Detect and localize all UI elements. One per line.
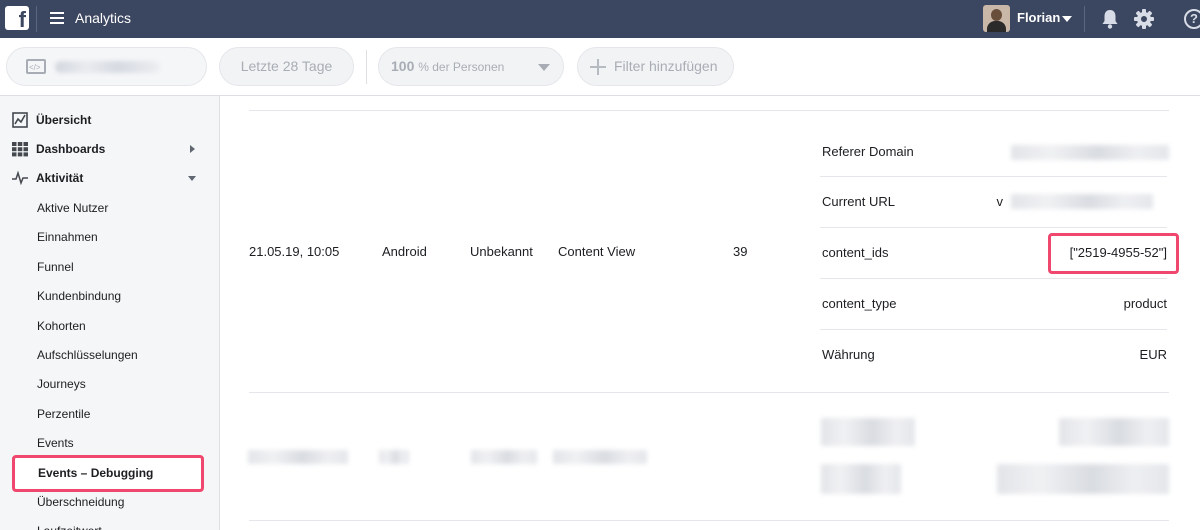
redacted-value (1011, 194, 1153, 209)
sidebar-item-revenue[interactable]: Einnahmen (0, 223, 220, 251)
sidebar-item-funnel[interactable]: Funnel (0, 253, 220, 281)
app-title: Analytics (75, 10, 132, 26)
gear-icon[interactable] (1133, 8, 1155, 30)
detail-label-current-url: Current URL (822, 194, 895, 209)
redacted-value (1011, 145, 1169, 160)
chevron-right-icon (190, 145, 195, 153)
source-selector[interactable] (6, 47, 207, 86)
sidebar-item-label: Aktivität (36, 171, 84, 185)
sidebar-item-overlap[interactable]: Überschneidung (0, 488, 220, 516)
detail-divider (820, 278, 1167, 279)
plus-icon (590, 59, 606, 75)
sidebar-item-events[interactable]: Events (0, 429, 220, 457)
add-filter-label: Filter hinzufügen (614, 58, 718, 74)
hamburger-icon[interactable] (50, 12, 64, 24)
sidebar-item-events-debugging[interactable]: Events – Debugging (12, 455, 204, 492)
event-count: 39 (733, 244, 748, 259)
row-divider (249, 520, 1169, 521)
sidebar-item-active-users[interactable]: Aktive Nutzer (0, 194, 220, 222)
redacted-source-name (55, 61, 160, 73)
event-debug-table: 21.05.19, 10:05 Android Unbekannt Conten… (221, 96, 1200, 530)
row-divider (249, 110, 1169, 111)
sidebar-item-dashboards[interactable]: Dashboards (0, 135, 220, 163)
redacted-cell (821, 464, 901, 494)
sidebar-item-cohorts[interactable]: Kohorten (0, 312, 220, 340)
event-name: Content View (558, 244, 636, 259)
detail-label-content-ids: content_ids (822, 245, 889, 260)
detail-value-content-type: product (1123, 296, 1167, 311)
sidebar-item-label: Übersicht (36, 113, 92, 127)
people-percent-suffix: % der Personen (418, 60, 505, 74)
sidebar-item-retention[interactable]: Kundenbindung (0, 282, 220, 310)
facebook-logo[interactable]: f (5, 6, 29, 30)
sidebar-item-label: Dashboards (36, 142, 106, 156)
chart-icon (12, 112, 28, 128)
sidebar-item-journeys[interactable]: Journeys (0, 370, 220, 398)
row-divider (249, 392, 1169, 393)
sidebar-item-lifetime-value[interactable]: Laufzeitwert (0, 517, 220, 530)
divider (366, 50, 367, 84)
content-ids-highlight (1048, 233, 1179, 274)
detail-divider (820, 329, 1167, 330)
sidebar-item-percentiles[interactable]: Perzentile (0, 400, 220, 428)
sidebar-item-label: Events – Debugging (38, 466, 154, 480)
chevron-down-icon (538, 64, 550, 71)
detail-label-referer-domain: Referer Domain (822, 144, 914, 159)
detail-value-current-url: v (996, 194, 1004, 209)
detail-divider (820, 176, 1167, 177)
redacted-cell (553, 450, 647, 464)
code-icon (26, 49, 46, 86)
redacted-cell (248, 450, 348, 464)
filter-bar: Letzte 28 Tage 100 % der Personen Filter… (0, 38, 1200, 96)
divider (1084, 6, 1085, 32)
people-percent-value: 100 (391, 58, 415, 74)
event-browser: Unbekannt (470, 244, 533, 259)
event-platform: Android (382, 244, 427, 259)
bell-icon[interactable] (1101, 9, 1119, 29)
redacted-cell (471, 450, 537, 464)
add-filter-button[interactable]: Filter hinzufügen (577, 47, 734, 86)
date-range-button[interactable]: Letzte 28 Tage (219, 47, 354, 86)
grid-icon (12, 142, 28, 157)
detail-value-currency: EUR (1139, 347, 1167, 362)
redacted-cell (379, 450, 409, 464)
help-icon[interactable]: ? (1184, 9, 1200, 29)
user-name[interactable]: Florian (1017, 10, 1060, 25)
sidebar-item-breakdowns[interactable]: Aufschlüsselungen (0, 341, 220, 369)
pulse-icon (12, 170, 28, 186)
chevron-down-icon[interactable] (1062, 16, 1072, 22)
avatar[interactable] (983, 5, 1010, 32)
detail-divider (820, 227, 1167, 228)
redacted-cell (1059, 418, 1169, 446)
sidebar-item-activity[interactable]: Aktivität (0, 164, 220, 192)
sidebar-item-overview[interactable]: Übersicht (0, 106, 220, 134)
detail-label-content-type: content_type (822, 296, 897, 311)
top-bar: f Analytics Florian ? (0, 0, 1200, 38)
redacted-cell (821, 418, 915, 446)
redacted-cell (997, 464, 1169, 494)
event-timestamp: 21.05.19, 10:05 (249, 244, 340, 259)
chevron-down-icon (188, 176, 196, 181)
detail-label-currency: Währung (822, 347, 875, 362)
divider (36, 6, 37, 32)
people-percent-dropdown[interactable]: 100 % der Personen (378, 47, 564, 86)
